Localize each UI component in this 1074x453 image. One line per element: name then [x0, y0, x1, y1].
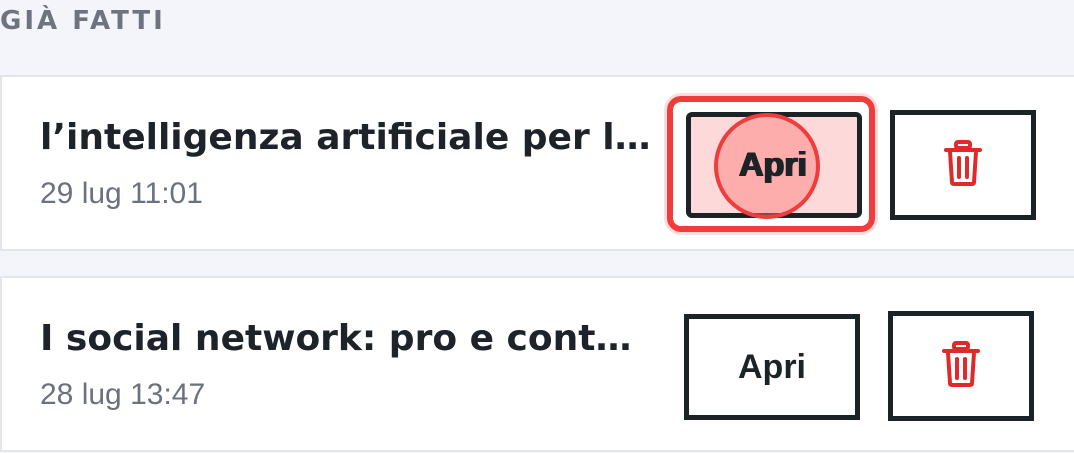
trash-icon	[941, 341, 981, 391]
open-button[interactable]: Apri	[686, 112, 862, 218]
delete-button[interactable]	[888, 311, 1034, 421]
list-item: l’intelligenza artificiale per l… 29 lug…	[0, 75, 1074, 251]
open-button-label: Apri	[738, 347, 806, 386]
open-button-label: Apri	[740, 145, 808, 184]
delete-button[interactable]	[890, 110, 1036, 220]
item-title: I social network: pro e cont…	[40, 318, 632, 359]
section-header: GIÀ FATTI	[0, 6, 166, 36]
trash-icon	[943, 140, 983, 190]
item-date: 29 lug 11:01	[40, 177, 203, 210]
list-item: I social network: pro e cont… 28 lug 13:…	[0, 276, 1074, 452]
item-title: l’intelligenza artificiale per l…	[40, 117, 651, 158]
item-date: 28 lug 13:47	[40, 378, 206, 411]
open-button[interactable]: Apri	[684, 314, 860, 420]
